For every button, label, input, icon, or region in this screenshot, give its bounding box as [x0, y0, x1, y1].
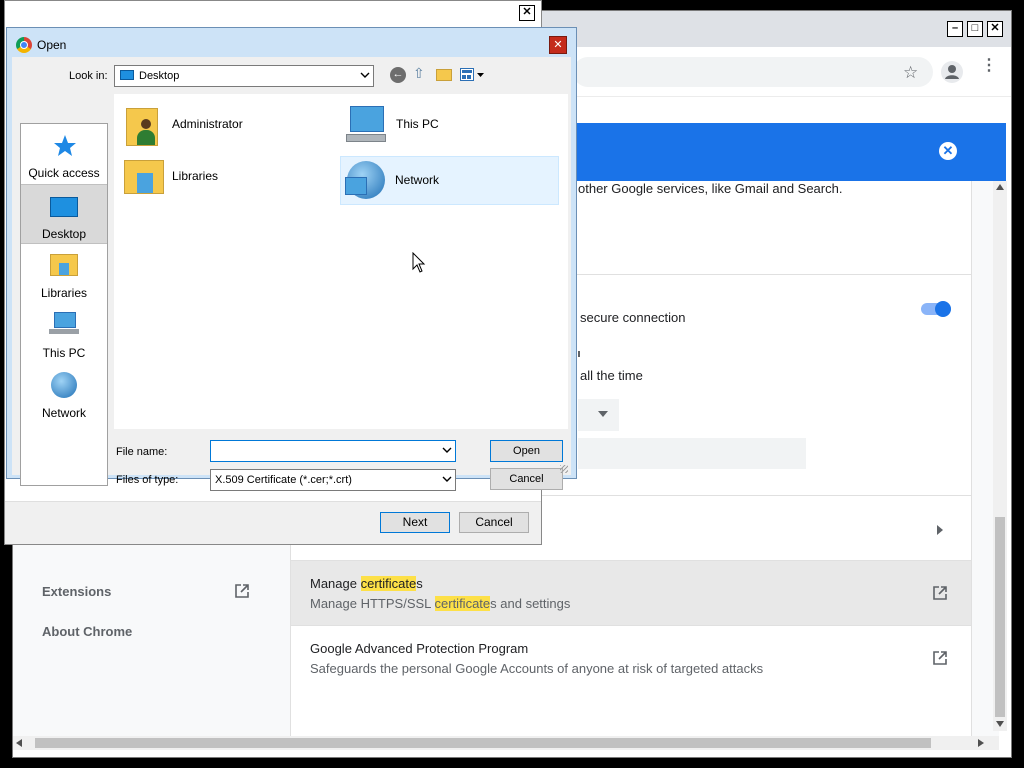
horizontal-scrollbar[interactable]: [13, 736, 999, 750]
external-link-icon[interactable]: [932, 650, 948, 666]
next-button[interactable]: Next: [380, 512, 450, 533]
sync-description: other Google services, like Gmail and Se…: [578, 181, 843, 196]
places-bar: Quick access Desktop Libraries This PC N…: [20, 123, 108, 486]
list-item-network[interactable]: Network: [340, 156, 559, 205]
clear-search-icon[interactable]: ✕: [939, 142, 957, 160]
view-menu-icon[interactable]: [460, 68, 474, 81]
manage-certificates-title: Manage certificates: [310, 576, 423, 591]
chrome-close-button[interactable]: ✕: [987, 21, 1003, 37]
network-icon: [51, 372, 77, 398]
list-item-this-pc[interactable]: This PC: [342, 104, 560, 152]
open-button[interactable]: Open: [490, 440, 563, 462]
manage-certificates-subtitle: Manage HTTPS/SSL certificates and settin…: [310, 596, 571, 611]
vertical-scrollbar[interactable]: [993, 181, 1007, 731]
place-desktop[interactable]: Desktop: [21, 184, 107, 244]
custom-provider-input[interactable]: [578, 438, 806, 469]
chrome-logo-icon: [16, 37, 32, 53]
chevron-down-icon[interactable]: [442, 474, 452, 484]
place-label: Quick access: [28, 166, 100, 180]
profile-avatar-icon[interactable]: [941, 61, 963, 83]
place-label: Network: [41, 406, 86, 420]
manage-certificates-row[interactable]: [291, 561, 971, 625]
list-item-administrator[interactable]: Administrator: [118, 104, 336, 152]
secure-connection-label: secure connection: [580, 310, 686, 325]
address-bar[interactable]: [573, 57, 933, 87]
file-type-label: Files of type:: [116, 474, 179, 486]
cancel-button[interactable]: Cancel: [490, 468, 563, 490]
divider: [5, 501, 541, 502]
vertical-scroll-thumb[interactable]: [995, 517, 1005, 717]
libraries-icon: [124, 160, 164, 194]
look-in-label: Look in:: [69, 70, 108, 82]
menu-kebab-icon[interactable]: ⋮: [981, 58, 997, 74]
minimize-button[interactable]: –: [947, 21, 963, 37]
look-in-value: Desktop: [139, 70, 180, 82]
file-name-label: File name:: [116, 446, 168, 458]
toggle-knob[interactable]: [935, 301, 951, 317]
place-label: Libraries: [40, 286, 88, 300]
file-label: Administrator: [172, 117, 243, 131]
file-label: Network: [395, 173, 440, 187]
back-icon[interactable]: ←: [390, 67, 406, 83]
new-folder-icon[interactable]: [436, 69, 452, 81]
dialog-close-button[interactable]: ✕: [549, 36, 567, 54]
bookmark-star-icon[interactable]: ☆: [903, 63, 918, 83]
file-type-select[interactable]: X.509 Certificate (*.cer;*.crt): [210, 469, 456, 491]
file-list: Administrator This PC Libraries Network: [114, 94, 568, 429]
sidebar-item-about-chrome[interactable]: About Chrome: [42, 624, 132, 639]
file-name-input[interactable]: [210, 440, 456, 462]
chevron-right-icon[interactable]: [937, 522, 943, 540]
sidebar-item-extensions[interactable]: Extensions: [42, 584, 111, 599]
place-label: Desktop: [41, 227, 87, 241]
file-label: This PC: [396, 117, 439, 131]
view-dropdown-icon[interactable]: [477, 73, 484, 77]
file-label: Libraries: [172, 169, 219, 183]
look-in-combo[interactable]: Desktop: [114, 65, 374, 87]
up-folder-icon[interactable]: ⇧: [413, 65, 425, 82]
text-fragment: [578, 351, 580, 357]
place-quick-access[interactable]: Quick access: [21, 124, 107, 184]
external-link-icon[interactable]: [932, 585, 948, 601]
advanced-protection-subtitle: Safeguards the personal Google Accounts …: [310, 661, 764, 676]
dialog-title: Open: [37, 38, 67, 52]
mouse-cursor-icon: [412, 252, 426, 273]
maximize-button[interactable]: □: [967, 21, 983, 37]
open-file-dialog: Open ✕ Look in: Desktop ← ⇧ Quick access: [6, 27, 577, 491]
computer-icon: [350, 106, 384, 132]
dropdown-select[interactable]: [578, 399, 619, 431]
desktop-icon: [50, 197, 78, 217]
chevron-down-icon[interactable]: [360, 70, 370, 80]
wizard-cancel-button[interactable]: Cancel: [459, 512, 529, 533]
star-icon: [54, 135, 76, 156]
user-folder-icon: [126, 108, 158, 146]
computer-icon: [345, 177, 367, 195]
wizard-close-button[interactable]: ✕: [519, 5, 535, 21]
list-item-libraries[interactable]: Libraries: [118, 156, 336, 204]
place-label: This PC: [42, 346, 86, 360]
advanced-protection-title: Google Advanced Protection Program: [310, 641, 529, 656]
computer-icon: [54, 312, 76, 328]
dialog-client-area: Look in: Desktop ← ⇧ Quick access Deskto…: [12, 57, 571, 491]
resize-grip-icon[interactable]: [560, 465, 568, 473]
chevron-down-icon[interactable]: [442, 445, 452, 455]
horizontal-scroll-thumb[interactable]: [35, 738, 931, 748]
external-link-icon[interactable]: [234, 583, 250, 599]
place-this-pc[interactable]: This PC: [21, 304, 107, 364]
all-the-time-label: all the time: [580, 368, 643, 383]
desktop-icon: [120, 70, 134, 80]
place-network[interactable]: Network: [21, 364, 107, 424]
place-libraries[interactable]: Libraries: [21, 244, 107, 304]
wizard-titlebar: [5, 1, 541, 25]
file-type-value: X.509 Certificate (*.cer;*.crt): [215, 474, 352, 486]
advanced-protection-row[interactable]: [291, 626, 971, 690]
libraries-icon: [50, 254, 78, 276]
